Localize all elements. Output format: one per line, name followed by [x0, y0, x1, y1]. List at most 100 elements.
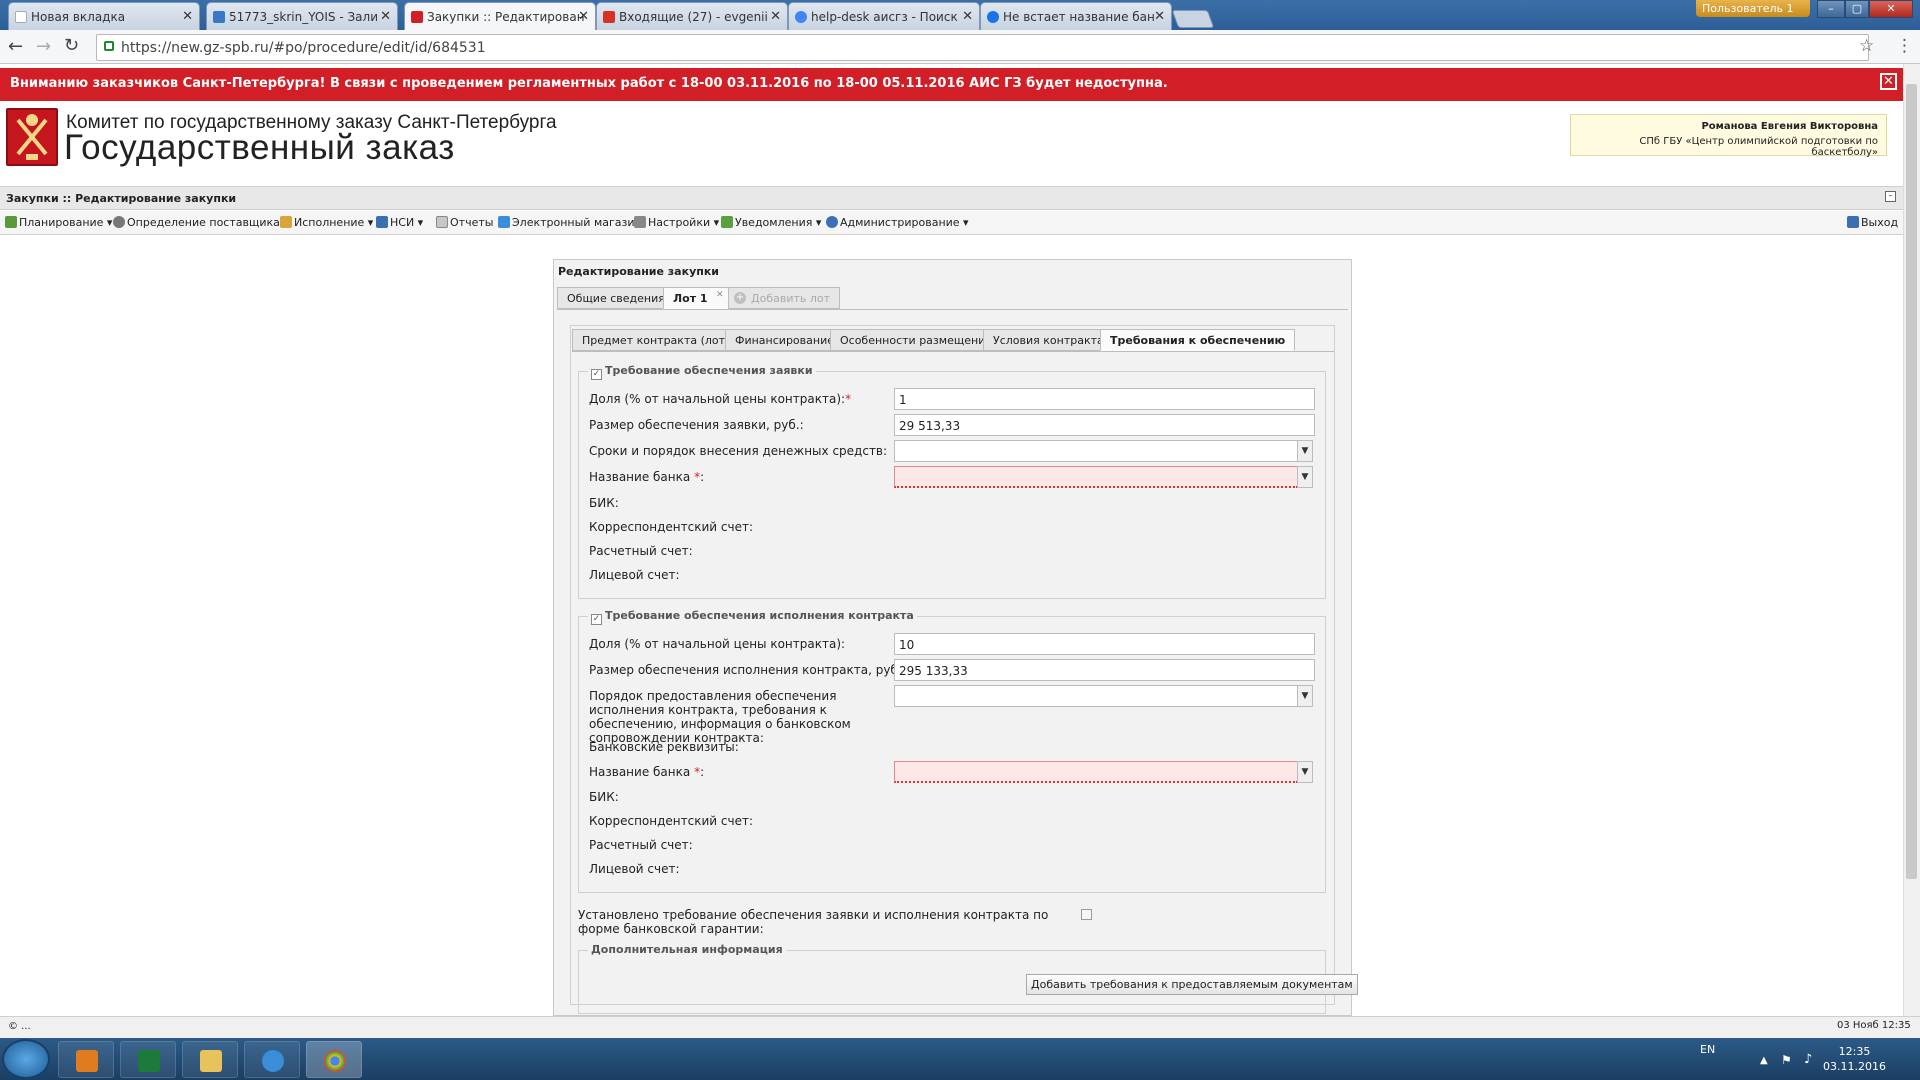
- browser-user-badge[interactable]: Пользователь 1: [1696, 0, 1810, 17]
- tab-general[interactable]: Общие сведения: [557, 287, 675, 309]
- subtab-conditions[interactable]: Условия контракта: [983, 329, 1114, 351]
- browser-tab-active[interactable]: Закупки :: Редактирован ✕: [404, 2, 596, 30]
- scrollbar-thumb[interactable]: [1906, 84, 1917, 879]
- back-icon[interactable]: ←: [8, 36, 23, 57]
- reports-icon: [436, 216, 448, 228]
- language-indicator[interactable]: EN: [1700, 1043, 1715, 1056]
- menu-eshop[interactable]: Электронный магазин: [498, 216, 642, 229]
- contract-security-checkbox[interactable]: ✓: [591, 614, 602, 625]
- browser-tab[interactable]: help-desk аисгз - Поиск ✕: [788, 2, 980, 30]
- logout-icon: [1847, 216, 1859, 228]
- divider: [557, 309, 1348, 310]
- folder-icon: [200, 1050, 222, 1072]
- subtab-placement[interactable]: Особенности размещения: [830, 329, 1002, 351]
- browser-tab[interactable]: 51773_skrin_YOIS - Зали ✕: [206, 2, 398, 30]
- user-org: СПб ГБУ «Центр олимпийской подготовки по…: [1639, 136, 1878, 158]
- google-icon: [795, 11, 807, 23]
- close-tab-icon[interactable]: ✕: [1154, 9, 1165, 24]
- notifications-icon: [721, 216, 733, 228]
- taskbar-excel[interactable]: [120, 1041, 176, 1078]
- excel-icon: [138, 1050, 160, 1072]
- bank-name-select[interactable]: [894, 761, 1298, 783]
- taskbar-chrome[interactable]: [306, 1041, 362, 1078]
- bookmark-star-icon[interactable]: ☆: [1859, 36, 1874, 56]
- execution-icon: [280, 216, 292, 228]
- chevron-down-icon[interactable]: ▼: [1297, 761, 1313, 783]
- menu-supplier[interactable]: Определение поставщика ▾: [113, 216, 289, 229]
- bank-name-select[interactable]: [894, 466, 1298, 488]
- taskbar-explorer[interactable]: [182, 1041, 238, 1078]
- bank-guarantee-checkbox[interactable]: [1081, 909, 1092, 920]
- menu-notifications[interactable]: Уведомления ▾: [721, 216, 821, 229]
- chevron-down-icon[interactable]: ▼: [1297, 466, 1313, 488]
- browser-tab[interactable]: Входящие (27) - evgenii ✕: [596, 2, 788, 30]
- maintenance-banner: Вниманию заказчиков Санкт-Петербурга! В …: [0, 68, 1920, 101]
- flag-icon[interactable]: ⚑: [1781, 1053, 1792, 1067]
- close-lot-icon[interactable]: ✕: [716, 290, 724, 300]
- menu-icon[interactable]: ⋮: [1896, 36, 1913, 56]
- panel-title: Редактирование закупки: [558, 265, 720, 278]
- close-window-button[interactable]: ✕: [1869, 0, 1913, 18]
- menu-settings[interactable]: Настройки ▾: [634, 216, 719, 229]
- tab-lot-1[interactable]: Лот 1 ✕: [663, 287, 729, 309]
- order-select[interactable]: [894, 685, 1298, 707]
- share-input[interactable]: 10: [894, 633, 1315, 655]
- status-bar: © ...: [0, 1016, 1920, 1038]
- menu-nsi[interactable]: НСИ ▾: [376, 216, 423, 229]
- minimize-button[interactable]: –: [1817, 0, 1845, 18]
- close-tab-icon[interactable]: ✕: [380, 9, 391, 24]
- browser-tab[interactable]: Не встает название бан ✕: [980, 2, 1172, 30]
- supplier-icon: [113, 216, 125, 228]
- volume-icon[interactable]: ♪: [1804, 1052, 1812, 1067]
- logout-link[interactable]: Выход: [1847, 216, 1898, 229]
- terms-select[interactable]: [894, 440, 1298, 462]
- address-bar[interactable]: https://new.gz-spb.ru/#po/procedure/edit…: [96, 34, 1869, 61]
- share-input[interactable]: 1: [894, 388, 1315, 410]
- user-info[interactable]: Романова Евгения Викторовна СПб ГБУ «Цен…: [1570, 114, 1887, 158]
- new-tab-button[interactable]: [1171, 10, 1215, 28]
- share-label: Доля (% от начальной цены контракта):: [589, 637, 846, 651]
- corr-account-label: Корреспондентский счет:: [589, 520, 753, 534]
- taskbar-clock[interactable]: 12:35 03.11.2016: [1823, 1044, 1886, 1074]
- add-document-requirements-button[interactable]: Добавить требования к предоставляемым до…: [1026, 974, 1358, 995]
- tray-expand-icon[interactable]: ▲: [1760, 1055, 1768, 1066]
- corr-account-label: Корреспондентский счет:: [589, 814, 753, 828]
- close-tab-icon[interactable]: ✕: [578, 9, 589, 24]
- maximize-button[interactable]: ▢: [1845, 0, 1869, 18]
- browser-tab[interactable]: Новая вкладка ✕: [8, 2, 200, 30]
- taskbar-media-player[interactable]: [58, 1041, 114, 1078]
- menu-execution[interactable]: Исполнение ▾: [280, 216, 373, 229]
- status-time: 03 Нояб 12:35: [1837, 1020, 1911, 1031]
- forward-icon[interactable]: →: [36, 36, 51, 57]
- chevron-down-icon[interactable]: ▼: [1297, 440, 1313, 462]
- page-icon: [15, 11, 27, 23]
- application-security-checkbox[interactable]: ✓: [591, 369, 602, 380]
- settlement-account-label: Расчетный счет:: [589, 544, 693, 558]
- close-tab-icon[interactable]: ✕: [182, 9, 193, 24]
- subtab-subject[interactable]: Предмет контракта (лота): [572, 329, 747, 351]
- menu-planning[interactable]: Планирование ▾: [5, 216, 112, 229]
- amount-input[interactable]: 29 513,33: [894, 414, 1315, 436]
- collapse-icon[interactable]: –: [1885, 191, 1896, 202]
- close-tab-icon[interactable]: ✕: [770, 9, 781, 24]
- planning-icon: [5, 216, 17, 228]
- subtab-financing[interactable]: Финансирование: [725, 329, 844, 351]
- product-name: Государственный заказ: [64, 128, 455, 167]
- add-lot-button[interactable]: + Добавить лот: [728, 287, 841, 309]
- subtab-security[interactable]: Требования к обеспечению: [1100, 329, 1296, 351]
- close-tab-icon[interactable]: ✕: [962, 9, 973, 24]
- taskbar-ie[interactable]: [244, 1041, 300, 1078]
- application-security-legend: ✓ Требование обеспечения заявки: [588, 364, 816, 380]
- page-icon: [213, 11, 225, 23]
- start-button[interactable]: [2, 1039, 50, 1079]
- bik-label: БИК:: [589, 790, 619, 804]
- menu-reports[interactable]: Отчеты: [436, 216, 493, 229]
- reload-icon[interactable]: ↻: [64, 35, 79, 56]
- close-banner-icon[interactable]: ✕: [1880, 73, 1897, 90]
- amount-input[interactable]: 295 133,33: [894, 659, 1315, 681]
- amount-label: Размер обеспечения заявки, руб.:: [589, 418, 804, 432]
- menu-admin[interactable]: Администрирование ▾: [826, 216, 969, 229]
- bank-details-label: Банковские реквизиты:: [589, 740, 739, 754]
- chevron-down-icon[interactable]: ▼: [1297, 685, 1313, 707]
- bank-label: Название банка *:: [589, 765, 705, 779]
